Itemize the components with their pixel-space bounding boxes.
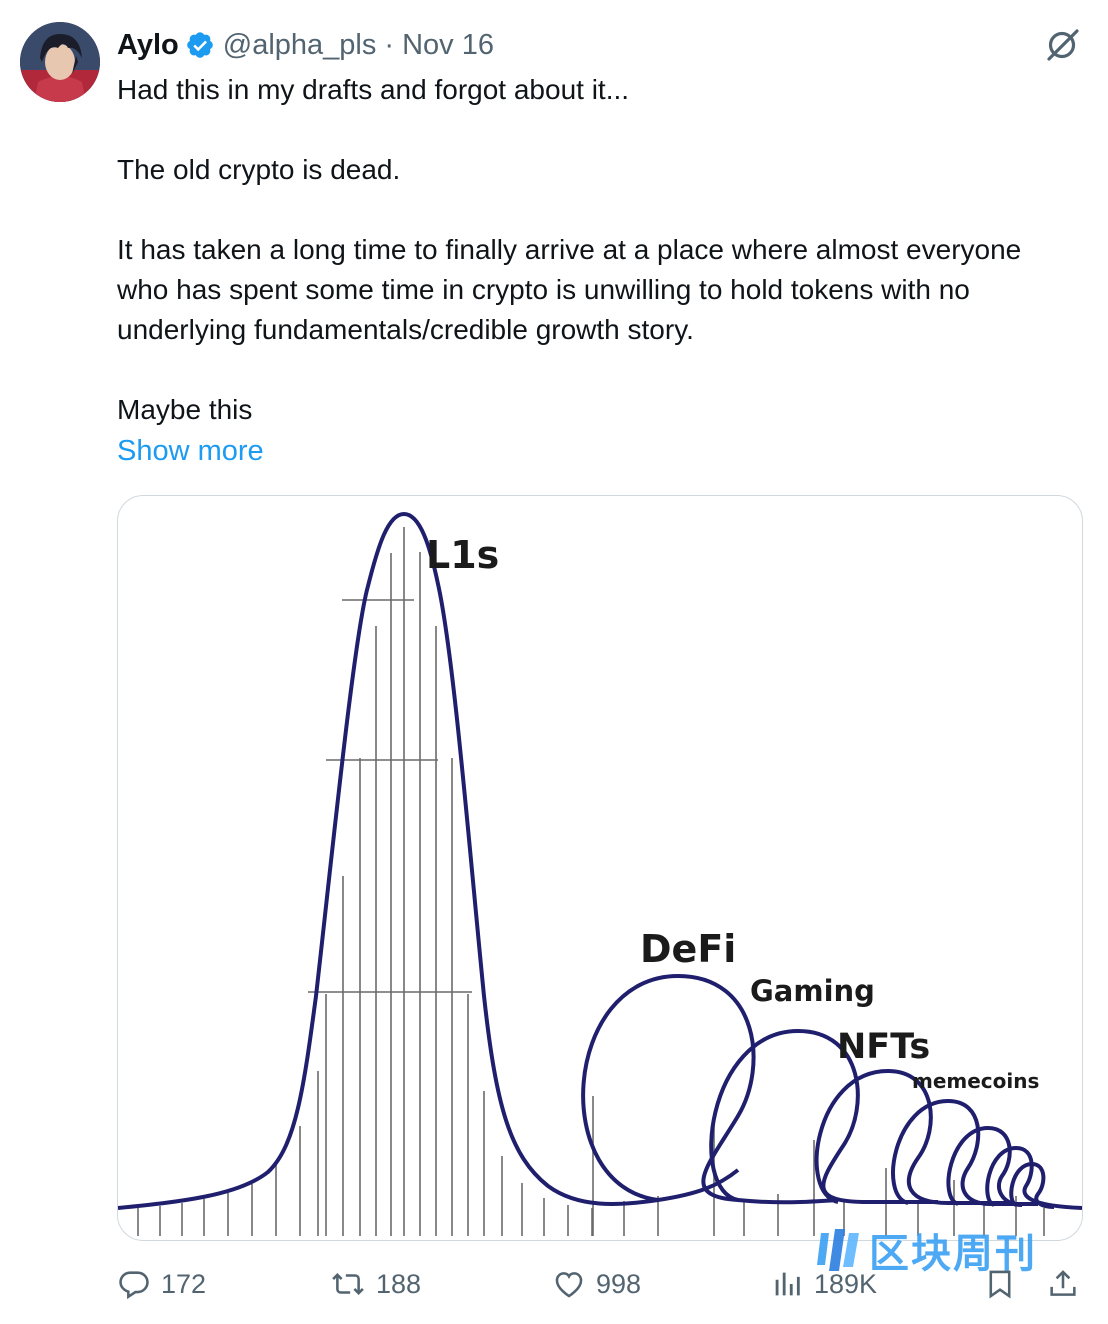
repost-icon [332,1272,364,1296]
analytics-icon [775,1272,800,1296]
reply-button[interactable]: 172 [117,1262,206,1306]
tweet-image[interactable]: L1s DeFi Gaming NFTs memecoins [117,495,1083,1241]
bookmark-button[interactable] [983,1262,1027,1306]
roller-coaster-illustration: L1s DeFi Gaming NFTs memecoins [118,511,1082,1236]
author-name[interactable]: Aylo [117,29,179,62]
reply-count: 172 [161,1268,207,1299]
label-gaming: Gaming [750,974,875,1008]
reply-icon [119,1271,149,1300]
repost-button[interactable]: 188 [330,1262,421,1306]
like-count: 998 [596,1268,642,1299]
label-nfts: NFTs [837,1027,930,1067]
tweet-paragraph: Maybe this [117,394,253,425]
share-button[interactable] [1046,1262,1090,1306]
tweet-paragraph: Had this in my drafts and forgot about i… [117,74,630,105]
views-button[interactable]: 189K [770,1262,877,1306]
like-button[interactable]: 998 [552,1262,641,1306]
action-bar: 172 188 998 189K [0,1262,1108,1306]
tweet-paragraph: The old crypto is dead. [117,154,401,185]
bookmark-icon [989,1270,1011,1299]
coaster-track [118,511,740,1210]
share-icon [1050,1270,1076,1296]
show-more-link[interactable]: Show more [117,431,264,471]
avatar[interactable] [20,22,100,102]
tweet-text: Had this in my drafts and forgot about i… [117,70,1077,430]
tweet-header: Aylo @alpha_pls · Nov 16 [117,26,494,64]
tweet-paragraph: It has taken a long time to finally arri… [117,234,1022,345]
tweet: Aylo @alpha_pls · Nov 16 Had this in my … [0,0,1108,1324]
tweet-date[interactable]: Nov 16 [402,29,494,62]
repost-count: 188 [376,1268,422,1299]
separator-dot: · [384,28,395,61]
label-defi: DeFi [640,927,736,971]
heart-icon [555,1272,583,1298]
label-l1s: L1s [426,533,499,577]
avatar-image [20,22,100,102]
author-handle[interactable]: @alpha_pls [223,29,377,62]
verified-badge-icon [185,30,215,60]
grok-icon[interactable] [1042,24,1082,64]
label-memecoins: memecoins [912,1069,1039,1093]
views-count: 189K [814,1268,878,1299]
